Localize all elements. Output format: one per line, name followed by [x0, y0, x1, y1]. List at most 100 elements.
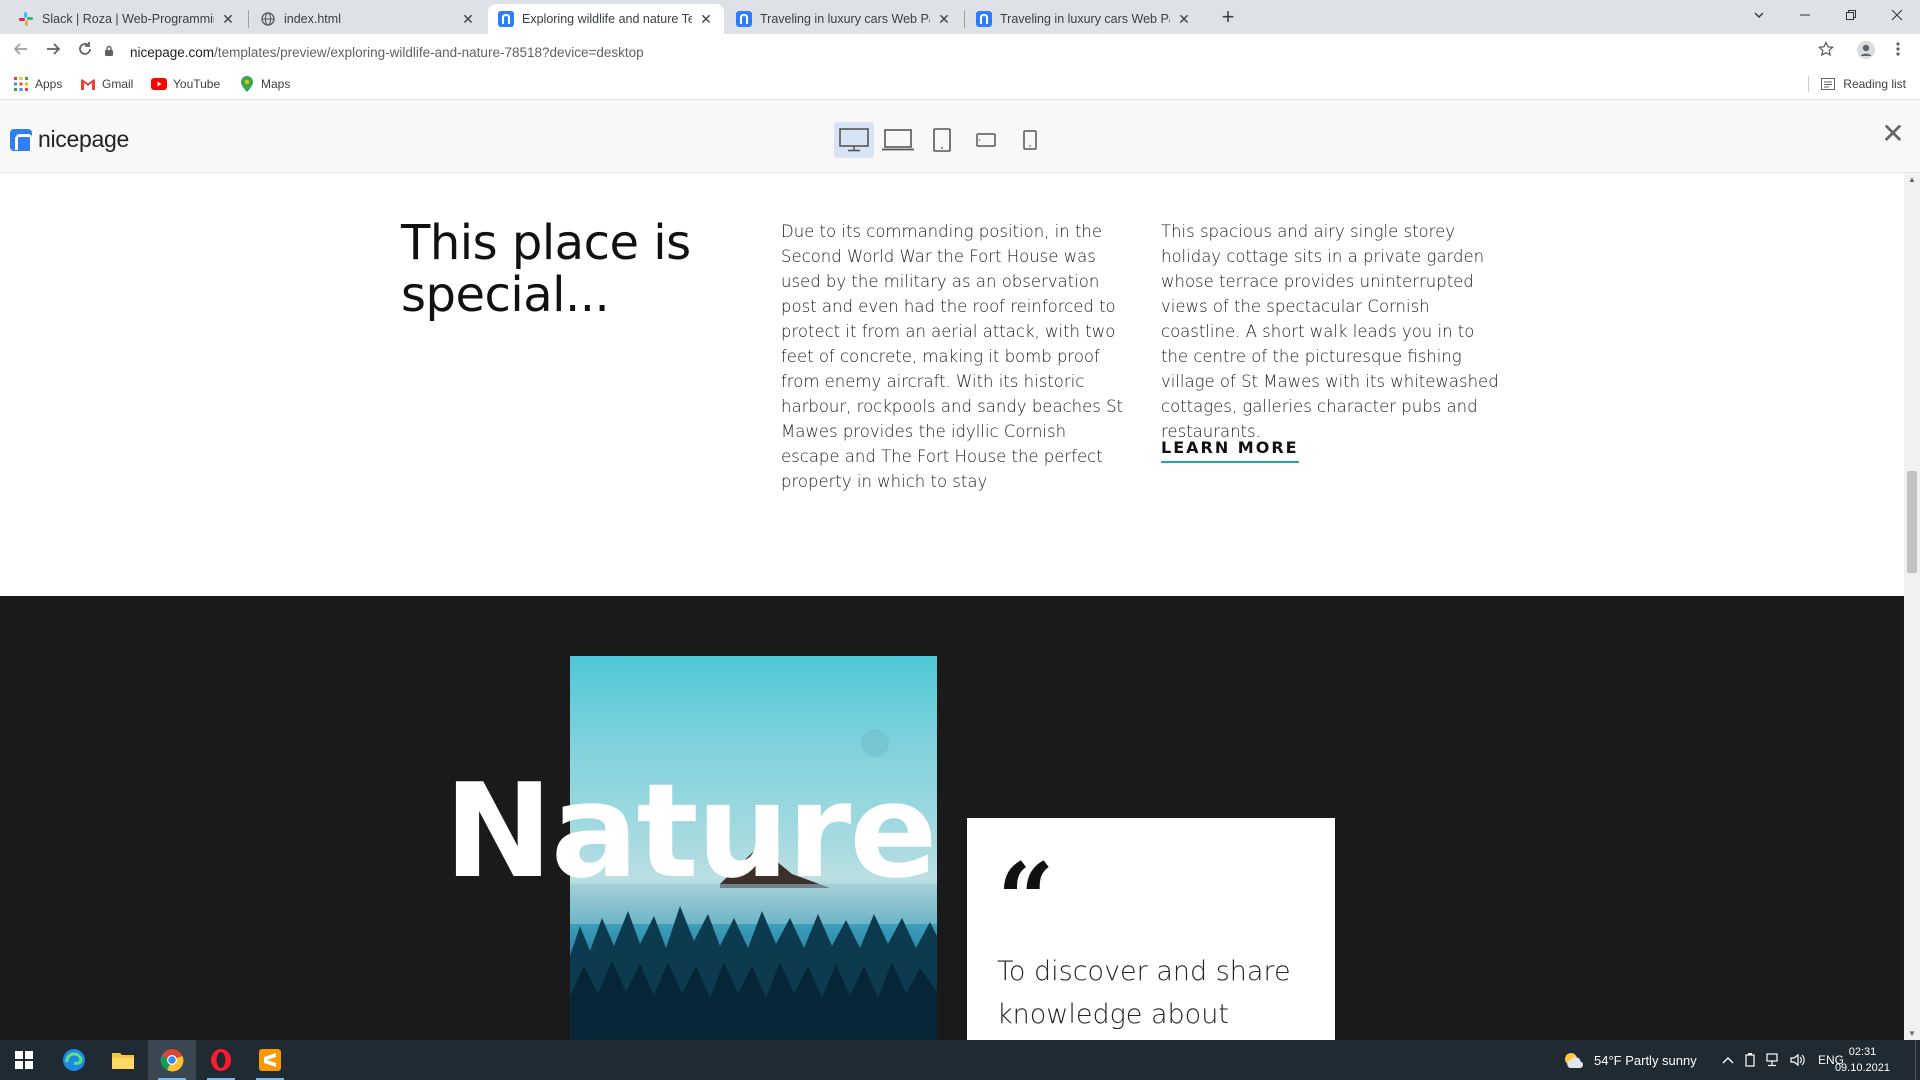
bookmark-label: Apps — [35, 77, 63, 91]
bookmark-label: Gmail — [102, 77, 134, 91]
restore-button[interactable] — [1828, 0, 1874, 30]
device-phone-portrait-button[interactable] — [1010, 122, 1050, 158]
bookmark-youtube[interactable]: YouTube — [151, 76, 220, 92]
slack-icon — [18, 11, 34, 27]
browser-tab-strip: Slack | Roza | Web-Programming ✕ index.h… — [0, 0, 1920, 34]
reading-list-button[interactable]: Reading list — [1808, 76, 1906, 92]
quote-mark-icon: “ — [997, 841, 1055, 959]
speaker-icon — [1790, 1053, 1805, 1067]
bookmark-label: YouTube — [173, 77, 221, 91]
volume-control[interactable] — [1790, 1040, 1806, 1080]
battery-status[interactable] — [1744, 1040, 1758, 1080]
close-tab-icon[interactable]: ✕ — [698, 11, 714, 28]
minimize-button[interactable] — [1782, 0, 1828, 30]
weather-text: 54°F Partly sunny — [1594, 1052, 1697, 1068]
gmail-icon — [80, 76, 96, 92]
bookmark-star-button[interactable] — [1814, 40, 1838, 64]
nicepage-logo-icon — [10, 128, 33, 151]
scroll-up-arrow-icon[interactable]: ▲ — [1904, 175, 1920, 184]
close-tab-icon[interactable]: ✕ — [1176, 11, 1192, 28]
device-tablet-button[interactable] — [922, 122, 962, 158]
bookmark-apps[interactable]: Apps — [13, 76, 62, 92]
clock-time: 02:31 — [1848, 1046, 1877, 1058]
windows-logo-icon — [15, 1051, 33, 1069]
phone-landscape-icon — [976, 133, 996, 147]
weather-widget[interactable]: 54°F Partly sunny — [1562, 1040, 1697, 1080]
bookmark-maps[interactable]: Maps — [239, 76, 290, 92]
battery-icon — [1745, 1053, 1755, 1067]
youtube-icon — [151, 76, 167, 92]
device-laptop-button[interactable] — [878, 122, 918, 158]
logo-text: nicepage — [38, 126, 129, 152]
taskbar-chrome[interactable] — [148, 1040, 196, 1080]
network-status[interactable] — [1766, 1040, 1782, 1080]
close-tab-icon[interactable]: ✕ — [936, 11, 952, 28]
learn-more-link[interactable]: LEARN MORE — [1161, 438, 1299, 463]
url-path: /templates/preview/exploring-wildlife-an… — [214, 44, 644, 60]
arrow-left-icon — [13, 43, 27, 55]
laptop-icon — [882, 129, 914, 151]
device-desktop-button[interactable] — [834, 122, 874, 158]
tab-separator — [964, 10, 965, 28]
nature-title: Nature — [444, 755, 937, 907]
nicepage-icon — [976, 11, 992, 27]
reload-button[interactable] — [73, 40, 97, 64]
section-heading: This place is special... — [401, 215, 691, 323]
close-window-button[interactable] — [1874, 0, 1920, 30]
nicepage-logo[interactable]: nicepage — [10, 126, 129, 153]
cottage-paragraph: This spacious and airy single storey hol… — [1161, 222, 1499, 441]
profile-button[interactable] — [1854, 40, 1878, 64]
phone-portrait-icon — [1023, 130, 1037, 150]
globe-icon — [260, 11, 276, 27]
tab-title: Exploring wildlife and nature Ter — [522, 12, 692, 26]
tab-luxury-cars-1[interactable]: Traveling in luxury cars Web Page ✕ — [726, 4, 962, 34]
taskbar-file-explorer[interactable] — [99, 1040, 147, 1080]
tablet-icon — [933, 128, 951, 152]
tab-luxury-cars-2[interactable]: Traveling in luxury cars Web Page ✕ — [966, 4, 1202, 34]
reload-icon — [79, 42, 91, 55]
taskbar-sublime-text[interactable] — [246, 1040, 294, 1080]
clock[interactable]: 02:31 09.10.2021 — [1835, 1044, 1890, 1076]
show-desktop-button[interactable] — [1915, 1040, 1920, 1080]
edge-icon — [63, 1049, 85, 1071]
browser-menu-button[interactable] — [1886, 40, 1910, 64]
device-phone-landscape-button[interactable] — [966, 122, 1006, 158]
address-bar[interactable]: nicepage.com/templates/preview/exploring… — [104, 37, 1804, 67]
lock-icon — [104, 45, 120, 60]
page-scrollbar[interactable]: ▲ ▼ — [1904, 173, 1920, 1040]
back-button[interactable] — [9, 40, 33, 64]
nicepage-icon — [498, 11, 514, 27]
taskbar-opera[interactable] — [197, 1040, 245, 1080]
history-paragraph: Due to its commanding position, in the S… — [781, 222, 1124, 491]
tab-title: Traveling in luxury cars Web Page — [1000, 12, 1170, 26]
quote-text: To discover and share knowledge about pl… — [997, 956, 1291, 1030]
show-hidden-icons-button[interactable] — [1722, 1040, 1734, 1080]
tab-slack[interactable]: Slack | Roza | Web-Programming ✕ — [8, 4, 246, 34]
close-tab-icon[interactable]: ✕ — [460, 11, 476, 28]
forward-button[interactable] — [41, 40, 65, 64]
taskbar-edge[interactable] — [50, 1040, 98, 1080]
intro-section: This place is special... Due to its comm… — [0, 173, 1904, 596]
tab-index-html[interactable]: index.html ✕ — [250, 4, 486, 34]
windows-taskbar: 54°F Partly sunny ENG 02:31 09.10.2021 — [0, 1040, 1920, 1080]
scrollbar-thumb[interactable] — [1907, 471, 1917, 573]
start-button[interactable] — [0, 1040, 48, 1080]
bookmark-gmail[interactable]: Gmail — [80, 76, 133, 92]
opera-icon — [211, 1049, 231, 1071]
tab-separator — [248, 10, 249, 28]
clock-date: 09.10.2021 — [1834, 1062, 1890, 1074]
close-tab-icon[interactable]: ✕ — [220, 11, 236, 28]
desktop-monitor-icon — [839, 128, 869, 152]
sublime-text-icon — [259, 1049, 281, 1071]
new-tab-button[interactable]: + — [1215, 5, 1241, 31]
scroll-down-arrow-icon[interactable]: ▼ — [1904, 1029, 1920, 1038]
page-viewport: This place is special... Due to its comm… — [0, 173, 1904, 1040]
tab-search-icon[interactable] — [1736, 0, 1782, 30]
close-preview-button[interactable]: ✕ — [1878, 120, 1908, 150]
tab-exploring-wildlife[interactable]: Exploring wildlife and nature Ter ✕ — [488, 4, 724, 34]
reading-list-icon — [1821, 78, 1836, 90]
network-icon — [1766, 1053, 1778, 1067]
quote-card: “ To discover and share knowledge about … — [967, 818, 1335, 1040]
url-domain: nicepage.com — [130, 44, 215, 60]
kebab-menu-icon — [1896, 42, 1900, 56]
